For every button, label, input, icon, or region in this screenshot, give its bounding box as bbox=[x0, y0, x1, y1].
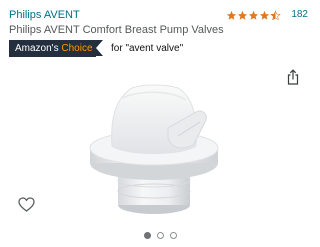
product-brand-link[interactable]: Philips AVENT bbox=[9, 9, 80, 22]
star-icon bbox=[238, 10, 248, 20]
badge-choice-word: Choice bbox=[61, 43, 93, 54]
product-image[interactable] bbox=[82, 78, 226, 218]
half-star-icon bbox=[270, 9, 282, 20]
heart-icon[interactable] bbox=[18, 197, 35, 212]
image-carousel-indicator[interactable] bbox=[144, 232, 177, 239]
carousel-dot-3[interactable] bbox=[170, 232, 177, 239]
carousel-dot-1[interactable] bbox=[144, 232, 151, 239]
product-title: Philips AVENT Comfort Breast Pump Valves bbox=[9, 24, 224, 36]
amazons-choice-badge: Amazon's Choice bbox=[9, 40, 103, 57]
star-icon bbox=[227, 10, 237, 20]
badge-query[interactable]: for "avent valve" bbox=[111, 42, 183, 55]
star-icon bbox=[260, 10, 270, 20]
badge-label: Amazon's Choice bbox=[9, 40, 96, 57]
badge-tail bbox=[95, 40, 103, 56]
star-icon bbox=[249, 10, 259, 20]
rating-summary[interactable]: 182 bbox=[226, 9, 308, 21]
star-rating bbox=[226, 9, 282, 21]
rating-count[interactable]: 182 bbox=[291, 9, 308, 21]
carousel-dot-2[interactable] bbox=[157, 232, 164, 239]
share-icon[interactable] bbox=[286, 69, 300, 85]
badge-prefix: Amazon's bbox=[15, 43, 59, 54]
